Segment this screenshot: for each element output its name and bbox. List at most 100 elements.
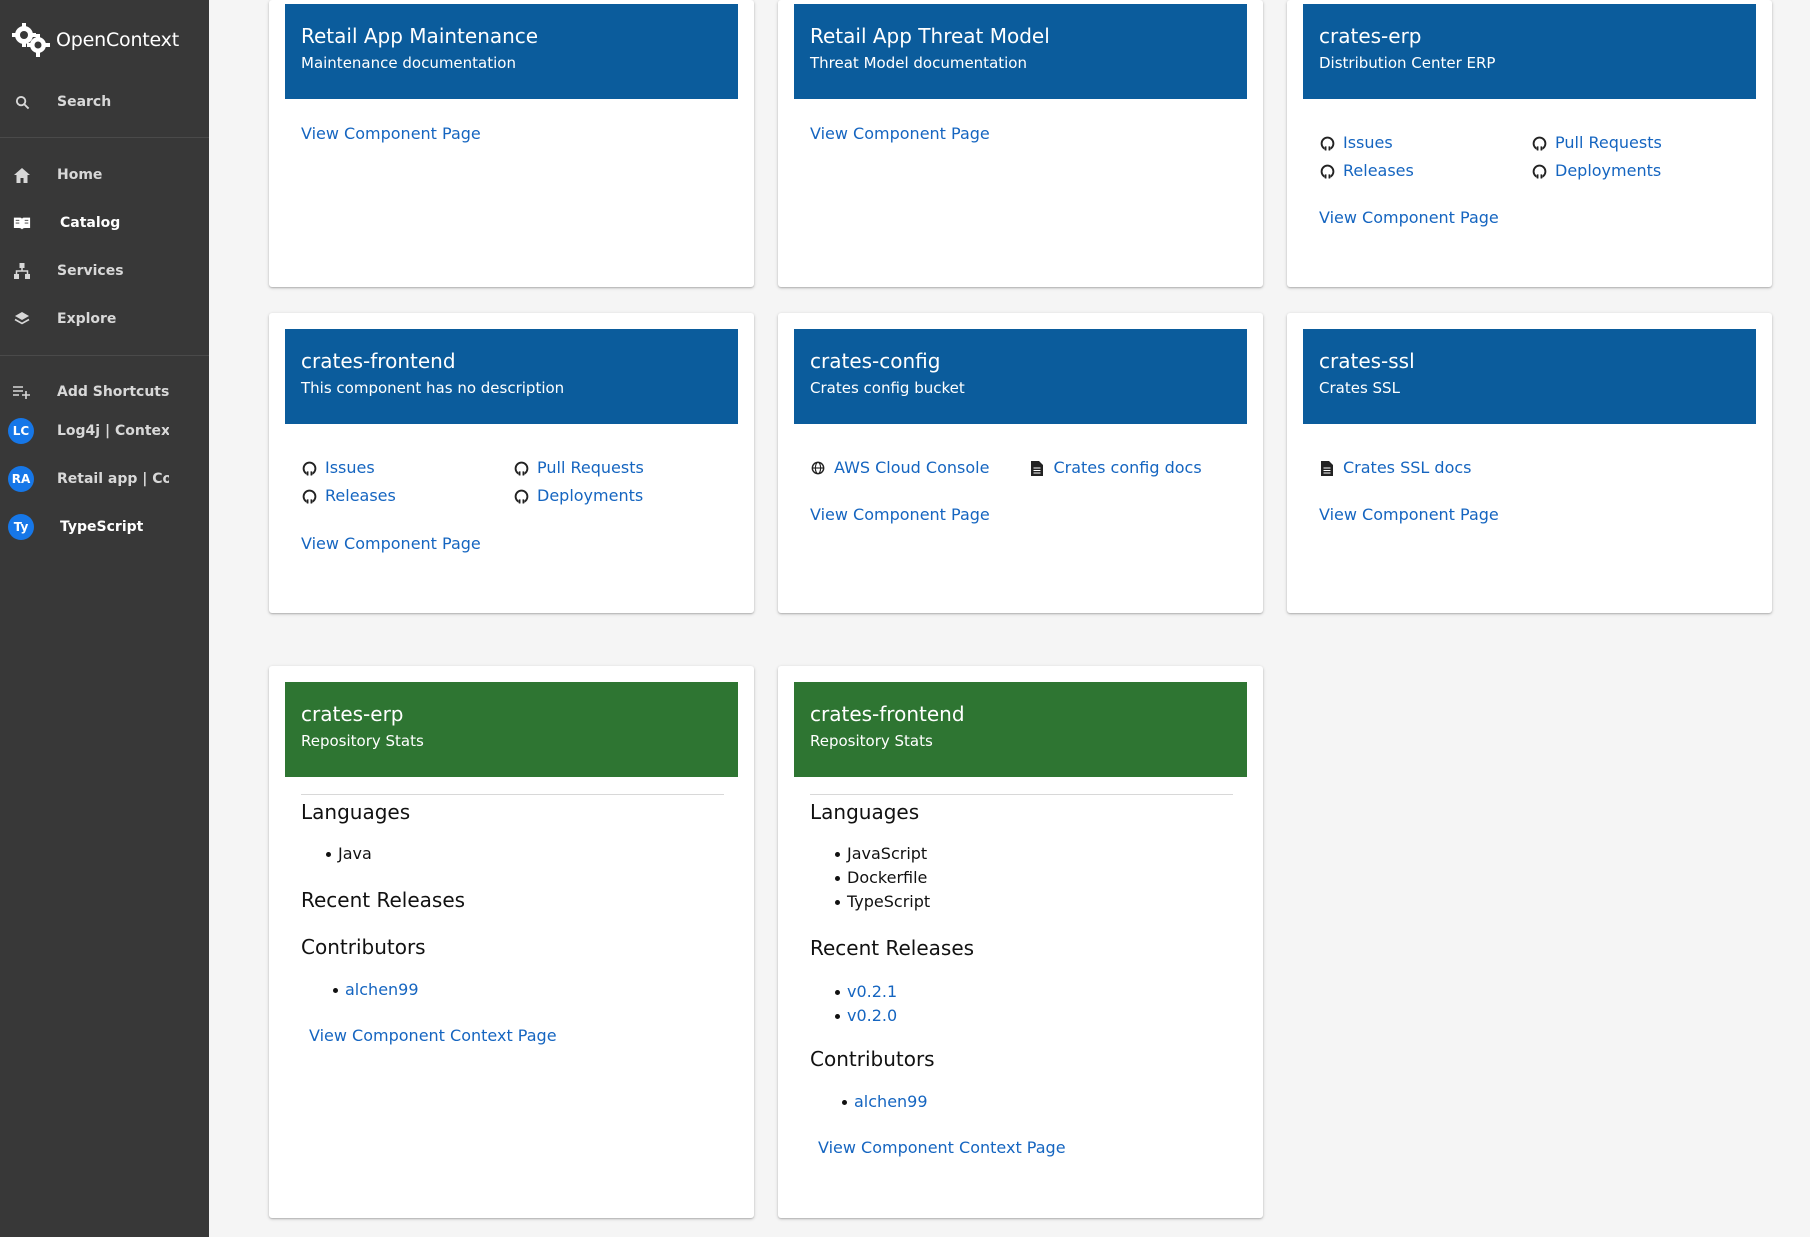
view-component-context-page-link[interactable]: View Component Context Page: [309, 1026, 557, 1045]
list-item: Dockerfile: [835, 866, 930, 890]
issues-link[interactable]: Issues: [1319, 132, 1531, 154]
languages-list: JavaScript Dockerfile TypeScript: [835, 842, 930, 914]
card-header: crates-erp Repository Stats: [285, 682, 738, 777]
gears-logo-icon: [12, 23, 50, 57]
release-link[interactable]: v0.2.1: [835, 980, 897, 1004]
add-shortcuts-label: Add Shortcuts: [57, 384, 169, 400]
sidebar-item-services[interactable]: Services: [0, 249, 209, 293]
book-icon: [13, 214, 31, 232]
github-icon: [513, 460, 529, 476]
languages-heading: Languages: [810, 800, 920, 824]
card-subtitle: Repository Stats: [301, 732, 424, 750]
app-logo[interactable]: OpenContext: [12, 22, 179, 58]
list-item: Java: [326, 842, 372, 866]
shortcut-retail-app[interactable]: RA Retail app | Cont: [0, 457, 209, 501]
view-component-page-link[interactable]: View Component Page: [1319, 208, 1499, 227]
component-card: crates-erp Distribution Center ERP Issue…: [1287, 0, 1772, 287]
contributors-heading: Contributors: [301, 935, 426, 959]
sidebar-item-explore[interactable]: Explore: [0, 297, 209, 341]
github-icon: [1531, 163, 1547, 179]
shortcut-log4j[interactable]: LC Log4j | Context: [0, 409, 209, 453]
avatar: LC: [8, 418, 34, 444]
shortcut-label: Retail app | Cont: [57, 471, 169, 487]
github-icon: [513, 488, 529, 504]
contributor-link[interactable]: alchen99: [842, 1090, 928, 1114]
recent-releases-heading: Recent Releases: [810, 936, 975, 960]
view-component-page-link[interactable]: View Component Page: [301, 534, 481, 553]
component-card: crates-config Crates config bucket AWS C…: [778, 313, 1263, 613]
repo-stats-card: crates-frontend Repository Stats Languag…: [778, 666, 1263, 1218]
card-subtitle: Crates config bucket: [810, 379, 965, 397]
view-component-page-link[interactable]: View Component Page: [810, 505, 990, 524]
releases-list: v0.2.1 v0.2.0: [835, 980, 897, 1028]
contributor-link[interactable]: alchen99: [333, 978, 419, 1002]
sidebar-item-home[interactable]: Home: [0, 153, 209, 197]
card-links: AWS Cloud Console Crates config docs: [810, 457, 1202, 479]
github-icon: [1319, 163, 1335, 179]
card-header: crates-ssl Crates SSL: [1303, 329, 1756, 424]
releases-link[interactable]: Releases: [1319, 160, 1531, 182]
card-subtitle: Threat Model documentation: [810, 54, 1027, 72]
card-header: crates-frontend Repository Stats: [794, 682, 1247, 777]
release-link[interactable]: v0.2.0: [835, 1004, 897, 1028]
globe-icon: [810, 460, 826, 476]
sidebar-item-label: Explore: [57, 311, 117, 327]
github-icon: [301, 488, 317, 504]
card-header: Retail App Maintenance Maintenance docum…: [285, 4, 738, 99]
view-component-page-link[interactable]: View Component Page: [301, 124, 481, 143]
shortcut-label: Log4j | Context: [57, 423, 169, 439]
shortcut-typescript[interactable]: Ty TypeScript: [0, 505, 209, 549]
issues-link[interactable]: Issues: [301, 457, 513, 479]
card-subtitle: This component has no description: [301, 379, 565, 397]
crates-config-docs-link[interactable]: Crates config docs: [1029, 457, 1202, 479]
crates-ssl-docs-link[interactable]: Crates SSL docs: [1319, 457, 1471, 479]
app-name: OpenContext: [56, 29, 179, 51]
sidebar-search[interactable]: Search: [0, 80, 209, 124]
sidebar-item-label: Home: [57, 167, 103, 183]
pull-requests-link[interactable]: Pull Requests: [1531, 132, 1743, 154]
layers-icon: [13, 310, 31, 328]
section-divider: [301, 794, 724, 795]
home-icon: [13, 166, 31, 184]
card-title: crates-erp: [1319, 24, 1422, 48]
card-subtitle: Maintenance documentation: [301, 54, 516, 72]
view-component-page-link[interactable]: View Component Page: [810, 124, 990, 143]
aws-cloud-console-link[interactable]: AWS Cloud Console: [810, 457, 989, 479]
shortcut-label: TypeScript: [60, 519, 144, 535]
list-item: JavaScript: [835, 842, 930, 866]
card-header: crates-erp Distribution Center ERP: [1303, 4, 1756, 99]
avatar: RA: [8, 466, 34, 492]
releases-link[interactable]: Releases: [301, 485, 513, 507]
pull-requests-link[interactable]: Pull Requests: [513, 457, 725, 479]
sidebar-divider: [0, 137, 209, 138]
card-links: Issues Pull Requests Releases Deployment…: [301, 457, 725, 507]
document-icon: [1029, 460, 1045, 476]
card-title: crates-ssl: [1319, 349, 1415, 373]
languages-heading: Languages: [301, 800, 411, 824]
languages-list: Java: [326, 842, 372, 866]
sidebar: OpenContext Search Home Catalog Services…: [0, 0, 209, 1237]
component-card: Retail App Maintenance Maintenance docum…: [269, 0, 754, 287]
view-component-page-link[interactable]: View Component Page: [1319, 505, 1499, 524]
contributors-list: alchen99: [842, 1090, 928, 1114]
component-card: crates-ssl Crates SSL Crates SSL docs Vi…: [1287, 313, 1772, 613]
card-title: Retail App Threat Model: [810, 24, 1050, 48]
playlist-add-icon: [13, 383, 31, 401]
list-item: TypeScript: [835, 890, 930, 914]
search-icon: [13, 93, 31, 111]
sidebar-divider: [0, 355, 209, 356]
sidebar-item-label: Services: [57, 263, 124, 279]
sidebar-add-shortcuts[interactable]: Add Shortcuts: [0, 370, 209, 414]
section-divider: [810, 794, 1233, 795]
view-component-context-page-link[interactable]: View Component Context Page: [818, 1138, 1066, 1157]
card-title: crates-erp: [301, 702, 404, 726]
card-subtitle: Repository Stats: [810, 732, 933, 750]
sidebar-item-catalog[interactable]: Catalog: [0, 201, 209, 245]
deployments-link[interactable]: Deployments: [513, 485, 725, 507]
sitemap-icon: [13, 262, 31, 280]
sidebar-search-label: Search: [57, 94, 112, 110]
deployments-link[interactable]: Deployments: [1531, 160, 1743, 182]
github-icon: [1531, 135, 1547, 151]
recent-releases-heading: Recent Releases: [301, 888, 466, 912]
card-title: Retail App Maintenance: [301, 24, 539, 48]
